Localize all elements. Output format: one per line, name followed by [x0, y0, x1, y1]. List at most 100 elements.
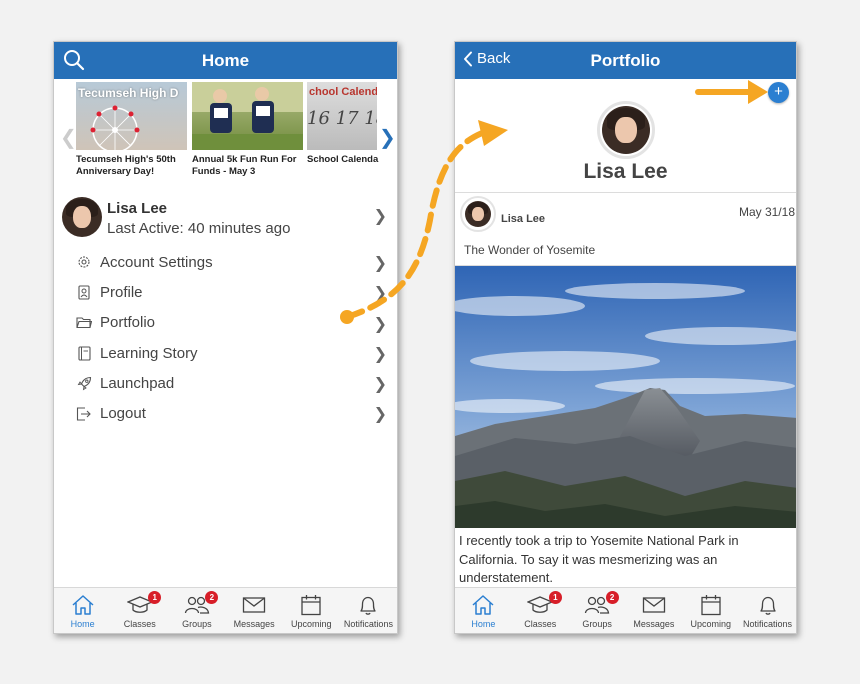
- menu-item-label: Launchpad: [100, 374, 175, 392]
- post-title: The Wonder of Yosemite: [464, 243, 596, 257]
- tab-label: Groups: [182, 619, 212, 629]
- bell-icon: [739, 593, 796, 617]
- menu-item-portfolio[interactable]: Portfolio ❯: [54, 308, 397, 338]
- menu-item-label: Logout: [100, 405, 146, 423]
- tab-label: Notifications: [343, 619, 393, 629]
- portfolio-screen: Back Portfolio + Lisa Lee Lisa Lee May 3…: [454, 41, 797, 634]
- add-post-button[interactable]: +: [768, 82, 789, 103]
- bell-icon: [340, 593, 397, 617]
- chevron-right-icon: ❯: [373, 345, 387, 363]
- tab-label: Classes: [524, 619, 557, 629]
- tab-label: Notifications: [743, 619, 793, 629]
- chevron-right-icon: ❯: [373, 255, 387, 272]
- ferris-wheel-image: [90, 105, 140, 150]
- divider: [455, 192, 796, 193]
- menu-item-label: Portfolio: [100, 314, 156, 332]
- tab-groups[interactable]: 2 Groups: [569, 588, 626, 633]
- settings-menu: Account Settings ❯ Profile ❯ Portfolio ❯…: [54, 247, 397, 429]
- calendar-icon: [283, 593, 340, 617]
- calendar-numbers: 16 17 18: [307, 108, 377, 129]
- tab-label: Home: [70, 619, 95, 629]
- yosemite-photo: [455, 266, 796, 528]
- home-screen: Home ❮ Tecumseh High D Tecumseh High's 5…: [53, 41, 398, 634]
- folder-icon: [76, 315, 92, 331]
- profile-name: Lisa Lee: [107, 200, 168, 217]
- news-thumbnail-text: chool Calenda: [309, 86, 377, 98]
- home-icon: [455, 593, 512, 617]
- menu-item-label: Learning Story: [100, 344, 198, 362]
- menu-item-label: Profile: [100, 283, 143, 301]
- page-title: Home: [201, 51, 250, 70]
- menu-item-label: Account Settings: [100, 253, 213, 271]
- chevron-right-icon: ❯: [373, 285, 387, 303]
- home-header: Home: [54, 42, 397, 79]
- tab-label: Groups: [582, 619, 612, 629]
- carousel-prev-icon[interactable]: ❮: [60, 125, 77, 150]
- chevron-right-icon: ❯: [373, 406, 387, 424]
- bottom-tab-bar: Home 1 Classes 2 Groups Messages Upcomin…: [54, 587, 397, 633]
- post-photo[interactable]: [455, 266, 796, 528]
- tab-upcoming[interactable]: Upcoming: [283, 588, 340, 633]
- news-card[interactable]: Annual 5k Fun Run For Funds - May 3: [192, 82, 303, 178]
- menu-item-account-settings[interactable]: Account Settings ❯: [54, 247, 397, 277]
- home-icon: [54, 593, 111, 617]
- avatar: [62, 197, 102, 237]
- tab-label: Messages: [233, 619, 275, 629]
- notification-badge: 2: [605, 591, 619, 604]
- tab-upcoming[interactable]: Upcoming: [682, 588, 739, 633]
- rocket-icon: [76, 375, 92, 391]
- tab-groups[interactable]: 2 Groups: [168, 588, 225, 633]
- tab-classes[interactable]: 1 Classes: [111, 588, 168, 633]
- tab-messages[interactable]: Messages: [625, 588, 682, 633]
- portfolio-header: Back Portfolio: [455, 42, 796, 79]
- post-date: May 31/18: [738, 205, 795, 219]
- tab-notifications[interactable]: Notifications: [739, 588, 796, 633]
- profile-summary[interactable]: Lisa Lee Last Active: 40 minutes ago ❯: [54, 192, 397, 242]
- profile-badge-icon: [76, 284, 92, 300]
- tab-label: Upcoming: [690, 619, 731, 629]
- bottom-tab-bar: Home 1 Classes 2 Groups Messages Upcomin…: [455, 587, 796, 633]
- gear-icon: [76, 254, 92, 270]
- carousel-next-icon[interactable]: ❯: [379, 125, 396, 150]
- tab-label: Classes: [123, 619, 156, 629]
- tab-messages[interactable]: Messages: [226, 588, 283, 633]
- news-card[interactable]: Tecumseh High D Tecumseh High's 50th Ann…: [76, 82, 187, 178]
- menu-item-profile[interactable]: Profile ❯: [54, 277, 397, 307]
- post-author-avatar: [460, 196, 496, 232]
- tab-home[interactable]: Home: [54, 588, 111, 633]
- post-author-name: Lisa Lee: [501, 213, 546, 225]
- news-caption: School Calenda: [307, 154, 379, 165]
- page-title: Portfolio: [590, 51, 661, 70]
- calendar-icon: [682, 593, 739, 617]
- tab-notifications[interactable]: Notifications: [340, 588, 397, 633]
- news-thumbnail: chool Calenda 16 17 18: [307, 82, 377, 150]
- chevron-right-icon: ❯: [373, 376, 387, 394]
- portfolio-owner-name: Lisa Lee: [583, 160, 668, 183]
- news-thumbnail: Tecumseh High D: [76, 82, 187, 150]
- chevron-right-icon: ❯: [373, 315, 387, 333]
- menu-item-launchpad[interactable]: Launchpad ❯: [54, 368, 397, 398]
- tab-classes[interactable]: 1 Classes: [512, 588, 569, 633]
- menu-item-learning-story[interactable]: Learning Story ❯: [54, 338, 397, 368]
- notification-badge: 1: [548, 591, 562, 604]
- last-active-text: Last Active: 40 minutes ago: [107, 220, 291, 237]
- tab-label: Upcoming: [291, 619, 332, 629]
- news-card[interactable]: chool Calenda 16 17 18 School Calenda: [307, 82, 379, 166]
- logout-icon: [76, 406, 92, 422]
- tab-home[interactable]: Home: [455, 588, 512, 633]
- news-carousel: ❮ Tecumseh High D Tecumseh High's 50th A…: [54, 80, 397, 192]
- runners-image: [192, 82, 303, 150]
- menu-item-logout[interactable]: Logout ❯: [54, 398, 397, 428]
- avatar: [602, 106, 650, 154]
- envelope-icon: [226, 593, 283, 617]
- news-caption: Tecumseh High's 50th Anniversary Day!: [76, 154, 176, 177]
- tab-label: Home: [471, 619, 496, 629]
- post-body: I recently took a trip to Yosemite Natio…: [459, 533, 739, 585]
- news-caption: Annual 5k Fun Run For Funds - May 3: [192, 154, 297, 177]
- envelope-icon: [625, 593, 682, 617]
- news-thumbnail-text: Tecumseh High D: [78, 86, 179, 100]
- chevron-right-icon: ❯: [373, 208, 387, 225]
- news-thumbnail: [192, 82, 303, 150]
- book-icon: [76, 345, 92, 361]
- avatar: [465, 201, 491, 227]
